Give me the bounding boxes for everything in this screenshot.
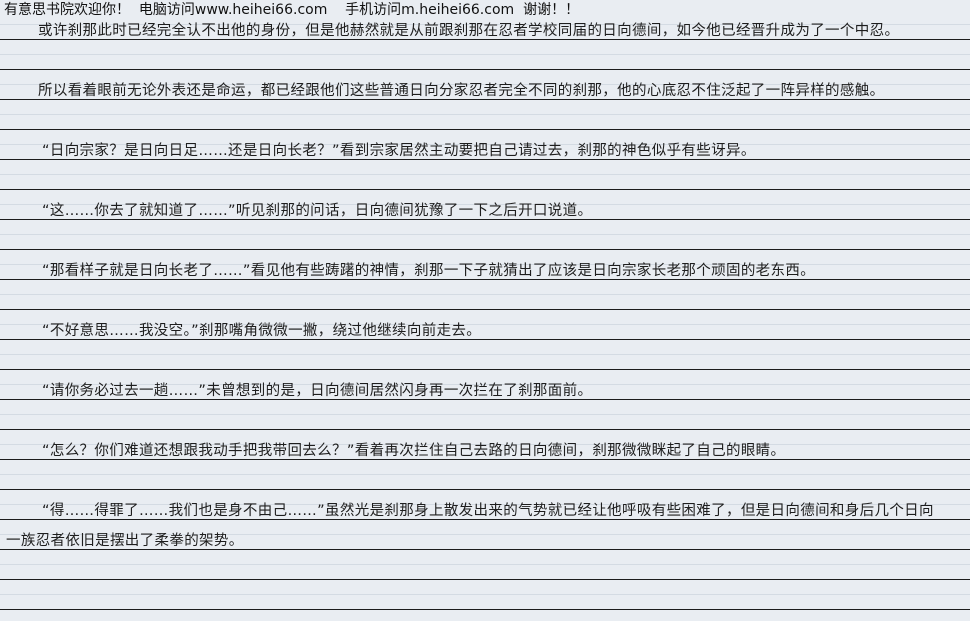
thanks-text: 谢谢！！ bbox=[523, 2, 580, 18]
site-welcome-text: 有意思书院欢迎你！ bbox=[4, 2, 130, 18]
chapter-text: 或许刹那此时已经完全认不出他的身份，但是他赫然就是从前跟刹那在忍者学校同届的日向… bbox=[6, 16, 946, 586]
paragraph: “得……得罪了……我们也是身不由己……”虽然光是刹那身上散发出来的气势就已经让他… bbox=[6, 503, 934, 549]
paragraph: “怎么？你们难道还想跟我动手把我带回去么？”看着再次拦住自己去路的日向德间，刹那… bbox=[42, 443, 786, 459]
mobile-access-link[interactable]: 手机访问m.heihei66.com bbox=[345, 2, 514, 18]
paragraph: 所以看着眼前无论外表还是命运，都已经跟他们这些普通日向分家忍者完全不同的刹那，他… bbox=[38, 83, 885, 99]
paragraph: “不好意思……我没空。”刹那嘴角微微一撇，绕过他继续向前走去。 bbox=[42, 323, 482, 339]
site-banner: 有意思书院欢迎你！ 电脑访问www.heihei66.com 手机访问m.hei… bbox=[0, 0, 970, 21]
paragraph: “这……你去了就知道了……”听见刹那的问话，日向德间犹豫了一下之后开口说道。 bbox=[42, 203, 593, 219]
paragraph: “那看样子就是日向长老了……”看见他有些踌躇的神情，刹那一下子就猜出了应该是日向… bbox=[42, 263, 816, 279]
paragraph: “日向宗家？是日向日足……还是日向长老？”看到宗家居然主动要把自己请过去，刹那的… bbox=[42, 143, 756, 159]
pc-access-link[interactable]: 电脑访问www.heihei66.com bbox=[139, 2, 327, 18]
paragraph: “请你务必过去一趟……”未曾想到的是，日向德间居然闪身再一次拦在了刹那面前。 bbox=[42, 383, 593, 399]
